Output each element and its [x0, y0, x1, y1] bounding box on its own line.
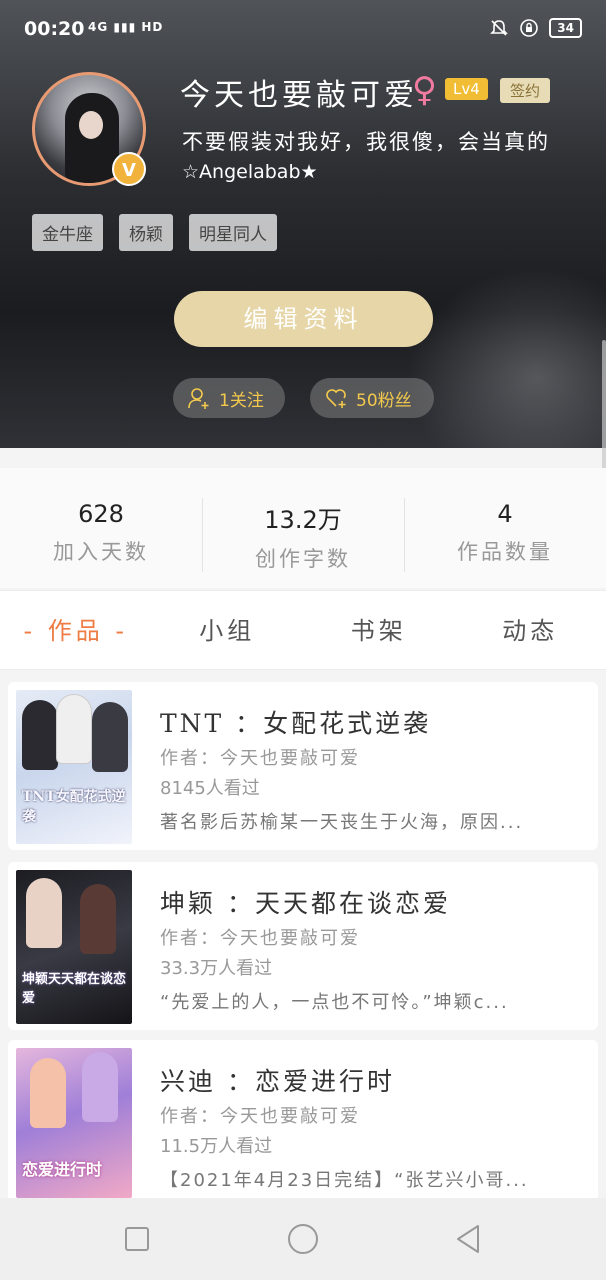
- verified-badge: V: [112, 152, 146, 186]
- work-title: 兴迪 ：恋爱进行时: [160, 1067, 395, 1096]
- cover-figure: [56, 694, 92, 764]
- cover-title: 坤颖天天都在谈恋爱: [22, 972, 127, 1006]
- stat-label: 作品数量: [457, 540, 553, 564]
- edit-profile-button[interactable]: 编辑资料: [174, 291, 433, 347]
- tab-groups[interactable]: 小组: [152, 591, 304, 669]
- status-right-group: 34: [489, 18, 582, 38]
- profile-tags: 金牛座 杨颖 明星同人: [32, 214, 277, 251]
- stat-value: 13.2万: [264, 506, 342, 534]
- home-icon[interactable]: [286, 1222, 320, 1256]
- fans-label: 50粉丝: [356, 390, 412, 411]
- tag[interactable]: 金牛座: [32, 214, 103, 251]
- tab-activity[interactable]: 动态: [455, 591, 606, 669]
- work-card[interactable]: 坤颖天天都在谈恋爱 坤颖 ：天天都在谈恋爱 作者：今天也要敲可爱 33.3万人看…: [8, 862, 598, 1030]
- following-button[interactable]: 1关注: [173, 378, 285, 418]
- status-time: 00:20: [24, 18, 85, 40]
- tab-bookshelf[interactable]: 书架: [303, 591, 455, 669]
- level-badge: Lv4: [445, 78, 488, 100]
- cover-figure: [80, 884, 116, 954]
- work-author: 作者：今天也要敲可爱: [160, 928, 360, 949]
- stat-value: 4: [497, 500, 513, 528]
- work-views: 8145人看过: [160, 778, 260, 799]
- cover-figure: [82, 1052, 118, 1122]
- following-label: 1关注: [219, 390, 264, 411]
- network-type: 4G: [88, 20, 109, 34]
- work-description: 著名影后苏榆某一天丧生于火海，原因...: [160, 812, 524, 833]
- cover-figure: [92, 702, 128, 772]
- tag[interactable]: 明星同人: [189, 214, 277, 251]
- tag[interactable]: 杨颖: [119, 214, 173, 251]
- heart-add-icon: [326, 389, 346, 408]
- avatar-face: [79, 111, 103, 139]
- book-cover: TNT女配花式逆袭: [16, 690, 132, 844]
- signed-badge: 签约: [500, 78, 551, 103]
- user-add-icon: [188, 388, 209, 409]
- book-cover: 坤颖天天都在谈恋爱: [16, 870, 132, 1024]
- mute-bell-icon: [490, 20, 509, 36]
- network-hd: HD: [141, 20, 164, 34]
- work-description: “先爱上的人，一点也不可怜。”坤颖c...: [160, 992, 509, 1013]
- work-views: 33.3万人看过: [160, 958, 273, 979]
- system-nav-bar: [0, 1198, 606, 1280]
- work-title: 坤颖 ：天天都在谈恋爱: [160, 889, 451, 918]
- profile-tabs: - 作品 - 小组 书架 动态: [0, 590, 606, 670]
- cover-figure: [30, 1058, 66, 1128]
- stat-label: 创作字数: [255, 547, 351, 571]
- work-views: 11.5万人看过: [160, 1136, 273, 1157]
- username: 今天也要敲可爱: [180, 78, 418, 113]
- stat-join-days: 628 加入天数: [0, 468, 202, 588]
- stat-work-count: 4 作品数量: [404, 468, 606, 588]
- cover-title: TNT女配花式逆袭: [22, 789, 126, 825]
- work-title: TNT ：女配花式逆袭: [160, 709, 432, 738]
- book-cover: 恋爱进行时: [16, 1048, 132, 1198]
- cover-figure: [22, 700, 58, 770]
- network-indicator: 4G ▮▮▮ HD: [88, 20, 163, 34]
- lock-rotation-icon: [520, 19, 539, 37]
- stat-value: 628: [78, 500, 124, 528]
- status-bar: 00:20 4G ▮▮▮ HD 34: [0, 0, 606, 60]
- female-icon: ♀: [412, 70, 437, 110]
- work-author: 作者：今天也要敲可爱: [160, 1106, 360, 1127]
- recent-apps-icon[interactable]: [120, 1222, 154, 1256]
- battery-icon: 34: [549, 18, 582, 38]
- profile-header: 00:20 4G ▮▮▮ HD 34 V 今天也要敲可爱 ♀ Lv4 签约 不要…: [0, 0, 606, 448]
- work-card[interactable]: 恋爱进行时 兴迪 ：恋爱进行时 作者：今天也要敲可爱 11.5万人看过 【202…: [8, 1040, 598, 1198]
- bio-line-2: ☆Angelabab★: [182, 161, 318, 183]
- stat-word-count: 13.2万 创作字数: [202, 468, 404, 588]
- stat-label: 加入天数: [53, 540, 149, 564]
- tab-works[interactable]: - 作品 -: [0, 591, 152, 669]
- work-description: 【2021年4月23日完结】“张艺兴小哥...: [160, 1170, 529, 1191]
- stats-panel: 628 加入天数 13.2万 创作字数 4 作品数量: [0, 468, 606, 588]
- work-author: 作者：今天也要敲可爱: [160, 748, 360, 769]
- fans-button[interactable]: 50粉丝: [310, 378, 434, 418]
- signal-icon: ▮▮▮: [113, 20, 137, 34]
- work-card[interactable]: TNT女配花式逆袭 TNT ：女配花式逆袭 作者：今天也要敲可爱 8145人看过…: [8, 682, 598, 850]
- cover-title: 恋爱进行时: [22, 1160, 103, 1179]
- bio: 不要假装对我好，我很傻，会当真的: [182, 130, 550, 154]
- cover-figure: [26, 878, 62, 948]
- back-icon[interactable]: [452, 1222, 486, 1256]
